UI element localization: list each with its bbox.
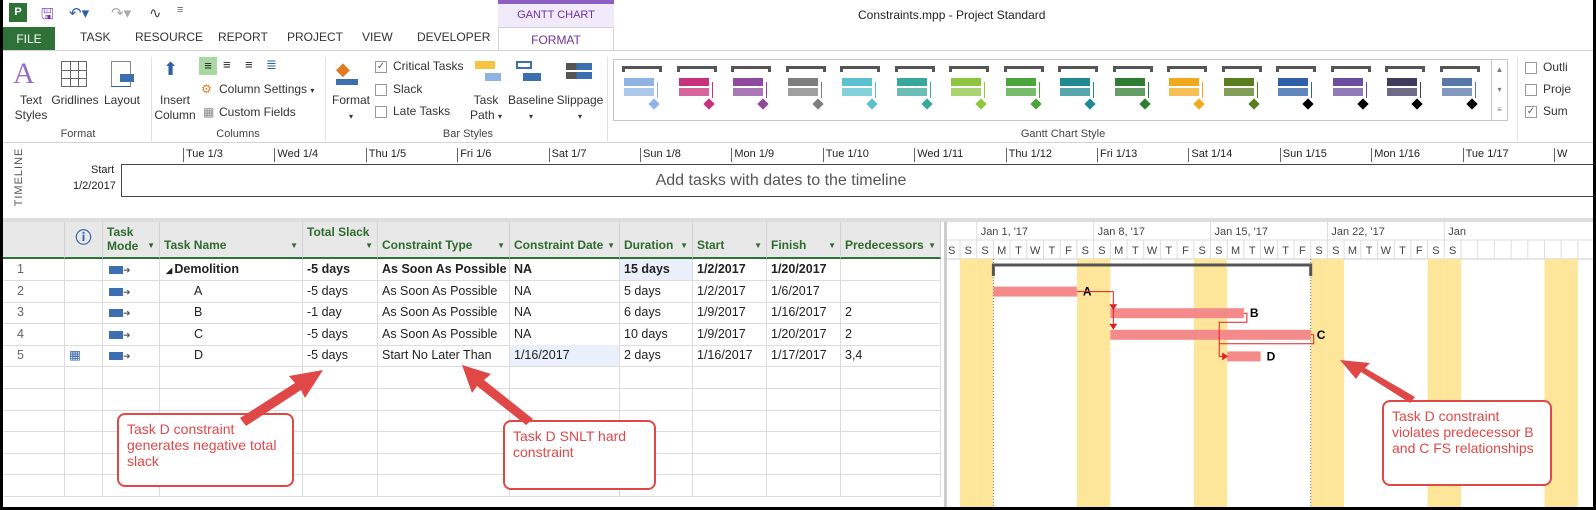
arrow-to-slack xyxy=(240,370,323,426)
project-window: P 🖫 ↶▾ ↷▾ ∿ ≡ GANTT CHART TOOLS Constrai… xyxy=(3,0,1593,507)
arrow-to-bar-d xyxy=(1340,360,1415,403)
callout-arrows xyxy=(240,360,1415,426)
arrow-to-constraint xyxy=(462,365,533,425)
